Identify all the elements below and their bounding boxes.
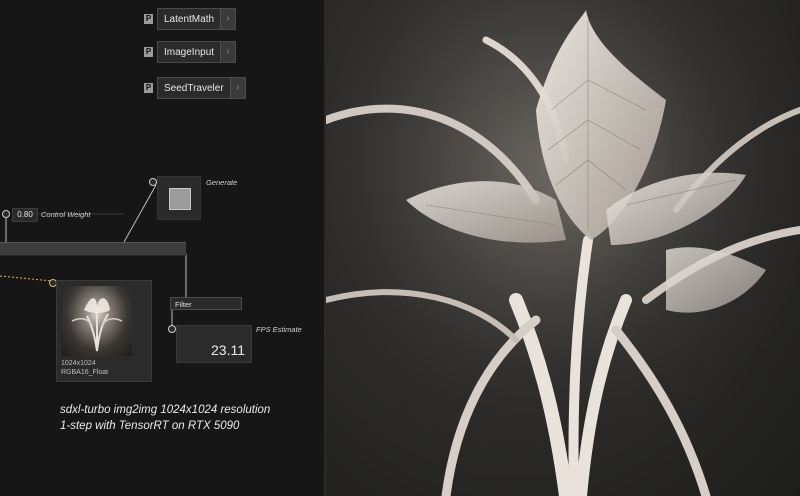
image-preview-node[interactable]: 1024x1024 RGBA16_Float: [56, 280, 152, 382]
imageinput-node[interactable]: P ImageInput ›: [144, 41, 237, 63]
fps-estimate-label: FPS Estimate: [256, 325, 302, 334]
thumbnail-info: 1024x1024 RGBA16_Float: [61, 359, 108, 377]
fps-estimate-node[interactable]: 23.11: [176, 325, 252, 363]
generate-connector-dot[interactable]: [149, 178, 157, 186]
seedtraveler-node[interactable]: P SeedTraveler ›: [144, 77, 246, 99]
generate-node[interactable]: [157, 176, 201, 220]
control-weight-field[interactable]: 0.80: [12, 208, 38, 222]
node-editor[interactable]: P LatentMath › P ImageInput › P SeedTrav…: [0, 0, 324, 496]
caption-text: sdxl-turbo img2img 1024x1024 resolution …: [60, 402, 270, 434]
flower-sculpture-thumbnail: [62, 286, 132, 356]
chevron-right-icon[interactable]: ›: [220, 9, 236, 29]
imageinput-label: ImageInput: [164, 46, 215, 58]
pin-badge: P: [144, 47, 153, 57]
chevron-right-icon[interactable]: ›: [220, 42, 236, 62]
generate-label: Generate: [206, 178, 238, 187]
thumbnail-format: RGBA16_Float: [61, 369, 109, 376]
control-weight-slider[interactable]: [0, 242, 186, 256]
flower-sculpture-image: [326, 0, 800, 496]
fps-connector-dot[interactable]: [168, 325, 176, 333]
latentmath-node[interactable]: P LatentMath ›: [144, 8, 237, 30]
filter-node[interactable]: Filter: [170, 297, 242, 310]
caption-line-2: 1-step with TensorRT on RTX 5090: [60, 420, 240, 432]
fps-estimate-value: 23.11: [211, 342, 245, 358]
pin-badge: P: [144, 83, 153, 93]
thumbnail-resolution: 1024x1024: [61, 360, 96, 367]
control-weight-label: Control Weight: [41, 210, 91, 219]
latentmath-label: LatentMath: [164, 13, 215, 25]
chevron-right-icon[interactable]: ›: [229, 78, 245, 98]
caption-line-1: sdxl-turbo img2img 1024x1024 resolution: [60, 404, 271, 416]
pin-badge: P: [144, 14, 153, 24]
seedtraveler-label: SeedTraveler: [164, 82, 224, 94]
output-image-viewer: [326, 0, 800, 496]
generate-button[interactable]: [169, 188, 191, 210]
control-weight-connector-dot[interactable]: [2, 210, 10, 218]
